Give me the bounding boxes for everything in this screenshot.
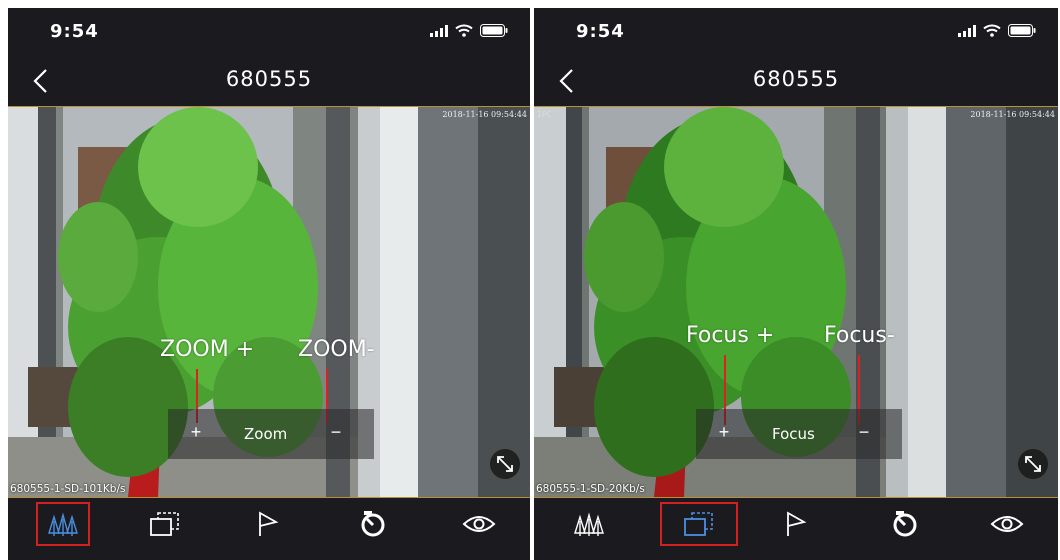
preset-button[interactable]: [770, 504, 820, 544]
flag-icon: [259, 511, 279, 536]
stream-info: 680555-1-SD-101Kb/s: [10, 483, 126, 495]
eye-icon: [462, 516, 496, 532]
ptz-button[interactable]: [564, 504, 614, 544]
status-bar: 9:54: [8, 8, 530, 58]
focus-far-button[interactable]: −: [852, 422, 876, 443]
status-bar: 9:54: [534, 8, 1058, 58]
fullscreen-icon: [497, 456, 513, 472]
nav-bar: 680555: [534, 58, 1058, 106]
view-button[interactable]: [982, 504, 1032, 544]
bottom-toolbar: [8, 498, 530, 560]
wifi-icon: [983, 24, 1001, 42]
device-title: 680555: [225, 67, 313, 91]
osd-channel-label: IPC: [537, 110, 552, 119]
focus-near-button[interactable]: +: [712, 422, 736, 443]
fullscreen-button[interactable]: [1018, 449, 1048, 479]
annotation-focus-minus: Focus-: [824, 323, 895, 348]
osd-channel-label: IPC: [11, 110, 26, 119]
live-video-view[interactable]: IPC 2018-11-16 09:54:44 ZOOM + ZOOM- + Z…: [8, 106, 530, 498]
ptz-trees-icon: [48, 512, 78, 536]
zoom-label: Zoom: [244, 425, 288, 443]
timer-icon: [893, 511, 917, 537]
flag-icon: [787, 511, 807, 536]
annotation-zoom-minus: ZOOM-: [298, 337, 375, 362]
bottom-toolbar: [534, 498, 1058, 560]
zoom-out-button[interactable]: −: [324, 422, 348, 443]
osd-timestamp: 2018-11-16 09:54:44: [970, 110, 1055, 119]
preset-button[interactable]: [242, 504, 292, 544]
status-time: 9:54: [576, 21, 625, 42]
live-video-view[interactable]: IPC 2018-11-16 09:54:44 Focus + Focus- +…: [534, 106, 1058, 498]
phone-screen-zoom: 9:54 680555 IPC 2018-11-16 09:54:44 ZOOM…: [8, 8, 530, 560]
multiview-button[interactable]: [140, 504, 190, 544]
multiview-button[interactable]: [660, 502, 738, 546]
annotation-zoom-plus: ZOOM +: [160, 337, 255, 362]
battery-icon: [480, 24, 508, 42]
focus-control-panel: + Focus −: [696, 409, 902, 459]
timer-button[interactable]: [348, 504, 398, 544]
status-time: 9:54: [50, 21, 99, 42]
eye-icon: [990, 516, 1024, 532]
view-button[interactable]: [454, 504, 504, 544]
fullscreen-icon: [1025, 456, 1041, 472]
timer-button[interactable]: [880, 504, 930, 544]
windows-icon: [684, 512, 713, 536]
windows-icon: [150, 512, 179, 536]
zoom-in-button[interactable]: +: [184, 422, 208, 443]
device-title: 680555: [752, 67, 840, 91]
annotation-focus-plus: Focus +: [686, 323, 775, 348]
phone-screen-focus: 9:54 680555 IPC 2018-11-16 09:54:44 Focu…: [534, 8, 1058, 560]
stream-info: 680555-1-SD-20Kb/s: [536, 483, 645, 495]
fullscreen-button[interactable]: [490, 449, 520, 479]
wifi-icon: [455, 24, 473, 42]
ptz-trees-icon: [574, 512, 604, 536]
signal-icon: [958, 24, 976, 42]
timer-icon: [361, 511, 385, 537]
nav-bar: 680555: [8, 58, 530, 106]
battery-icon: [1008, 24, 1036, 42]
signal-icon: [430, 24, 448, 42]
focus-label: Focus: [772, 425, 815, 443]
ptz-button[interactable]: [36, 502, 90, 546]
osd-timestamp: 2018-11-16 09:54:44: [442, 110, 527, 119]
zoom-control-panel: + Zoom −: [168, 409, 374, 459]
